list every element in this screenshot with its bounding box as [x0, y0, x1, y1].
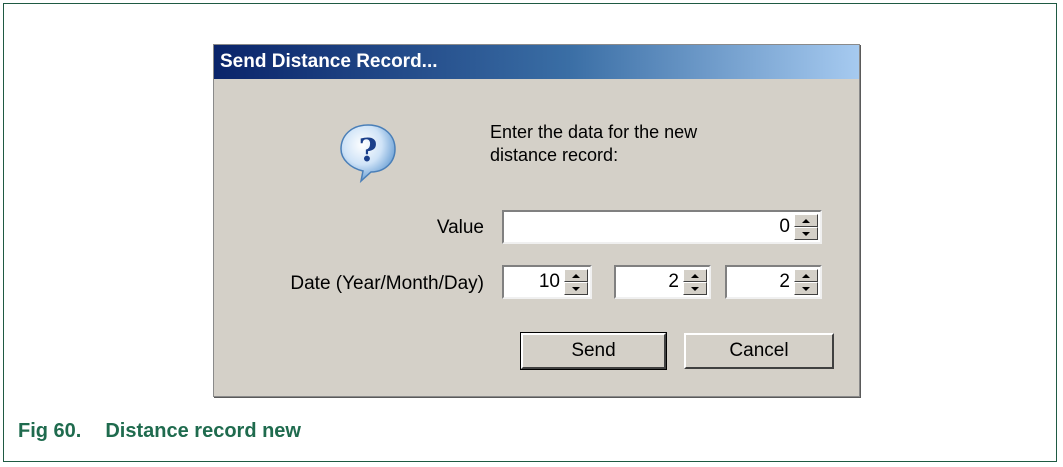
- year-up-arrow-icon[interactable]: [564, 269, 588, 282]
- figure-number: Fig 60.: [18, 420, 82, 442]
- cancel-button[interactable]: Cancel: [684, 333, 834, 369]
- date-month-spinner[interactable]: [683, 269, 707, 295]
- svg-text:?: ?: [359, 131, 378, 169]
- date-label: Date (Year/Month/Day): [290, 273, 484, 294]
- figure-caption: Fig 60. Distance record new: [18, 420, 301, 443]
- dialog-title: Send Distance Record...: [214, 45, 859, 79]
- date-year-spinner[interactable]: [564, 269, 588, 295]
- date-month-input[interactable]: 2: [668, 267, 679, 297]
- value-up-arrow-icon[interactable]: [794, 214, 818, 227]
- date-day-spinner[interactable]: [794, 269, 818, 295]
- question-icon: ?: [340, 124, 396, 184]
- value-input[interactable]: 0: [779, 212, 790, 242]
- date-year-input[interactable]: 10: [539, 267, 560, 297]
- value-down-arrow-icon[interactable]: [794, 227, 818, 240]
- date-year-spinbox[interactable]: 10: [502, 265, 592, 299]
- date-day-spinbox[interactable]: 2: [725, 265, 822, 299]
- figure-title: Distance record new: [105, 420, 301, 442]
- date-month-spinbox[interactable]: 2: [614, 265, 711, 299]
- value-spinbox[interactable]: 0: [502, 210, 822, 244]
- figure-frame: Send Distance Record... ? Enter the data…: [3, 3, 1057, 462]
- value-spinner[interactable]: [794, 214, 818, 240]
- value-label: Value: [436, 217, 484, 238]
- month-up-arrow-icon[interactable]: [683, 269, 707, 282]
- send-distance-record-dialog: Send Distance Record... ? Enter the data…: [213, 44, 860, 397]
- date-day-input[interactable]: 2: [779, 267, 790, 297]
- send-button[interactable]: Send: [520, 332, 667, 370]
- month-down-arrow-icon[interactable]: [683, 282, 707, 295]
- day-up-arrow-icon[interactable]: [794, 269, 818, 282]
- year-down-arrow-icon[interactable]: [564, 282, 588, 295]
- dialog-prompt: Enter the data for the new distance reco…: [490, 122, 698, 165]
- day-down-arrow-icon[interactable]: [794, 282, 818, 295]
